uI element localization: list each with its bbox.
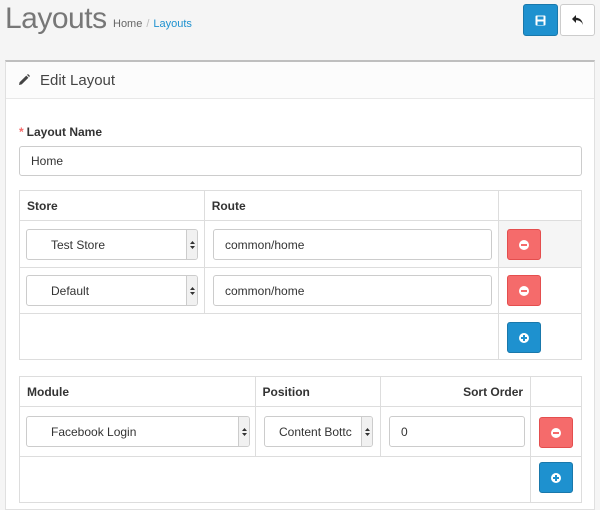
plus-circle-icon <box>519 332 529 343</box>
breadcrumb-layouts[interactable]: Layouts <box>153 18 192 30</box>
breadcrumb-separator: / <box>146 18 150 30</box>
minus-circle-icon <box>519 285 529 296</box>
store-select[interactable]: Default <box>26 275 198 306</box>
module-select-value: Facebook Login <box>51 424 137 439</box>
store-select-value: Test Store <box>51 237 106 252</box>
sort-order-value: 0 <box>401 424 408 439</box>
select-arrow-icon <box>238 417 249 446</box>
back-button[interactable] <box>560 4 595 36</box>
edit-layout-panel: Edit Layout * Layout Name Home Store Rout… <box>5 60 595 510</box>
store-select-value: Default <box>51 283 90 298</box>
store-column-header: Store <box>19 190 205 221</box>
page-header: Layouts Home / Layouts <box>0 0 600 60</box>
position-select[interactable]: Content Bottc <box>264 416 373 447</box>
breadcrumb-home[interactable]: Home <box>113 18 142 30</box>
action-column-header <box>498 190 582 221</box>
route-column-header: Route <box>203 190 500 221</box>
table-footer-row <box>18 313 582 360</box>
plus-circle-icon <box>551 472 561 483</box>
panel-heading: Edit Layout <box>6 62 594 99</box>
layout-name-label-text: Layout Name <box>26 125 103 139</box>
module-table-header: Module Position Sort Order <box>19 376 582 407</box>
required-asterisk: * <box>19 125 24 139</box>
module-select[interactable]: Facebook Login <box>26 416 250 447</box>
remove-module-button[interactable] <box>539 417 573 448</box>
select-arrow-icon <box>186 276 197 305</box>
action-column-header <box>530 376 582 407</box>
select-arrow-icon <box>361 417 372 446</box>
position-select-value: Content Bottc <box>279 424 352 439</box>
layout-name-input[interactable]: Home <box>19 146 582 176</box>
reply-arrow-icon <box>572 15 583 25</box>
route-input[interactable]: common/home <box>213 275 492 306</box>
select-arrow-icon <box>186 230 197 259</box>
layout-name-value: Home <box>31 154 64 168</box>
save-button[interactable] <box>523 4 558 36</box>
page-title: Layouts <box>5 2 107 35</box>
remove-route-button[interactable] <box>507 229 541 260</box>
store-select[interactable]: Test Store <box>26 229 198 260</box>
route-value: common/home <box>225 237 305 252</box>
table-footer-row <box>18 456 582 503</box>
remove-route-button[interactable] <box>507 275 541 306</box>
route-table-header: Store Route <box>19 190 582 221</box>
position-column-header: Position <box>254 376 382 407</box>
pencil-icon <box>19 74 30 85</box>
minus-circle-icon <box>551 427 561 438</box>
minus-circle-icon <box>519 239 529 250</box>
layout-name-label: * Layout Name <box>19 125 102 139</box>
floppy-disk-icon <box>535 15 546 25</box>
route-value: common/home <box>225 283 305 298</box>
route-input[interactable]: common/home <box>213 229 492 260</box>
add-route-button[interactable] <box>507 322 541 353</box>
sort-order-column-header: Sort Order <box>380 376 532 407</box>
add-module-button[interactable] <box>539 462 573 493</box>
module-column-header: Module <box>19 376 256 407</box>
sort-order-input[interactable]: 0 <box>389 416 525 447</box>
panel-title: Edit Layout <box>40 71 116 89</box>
breadcrumb: Home / Layouts <box>113 18 192 30</box>
